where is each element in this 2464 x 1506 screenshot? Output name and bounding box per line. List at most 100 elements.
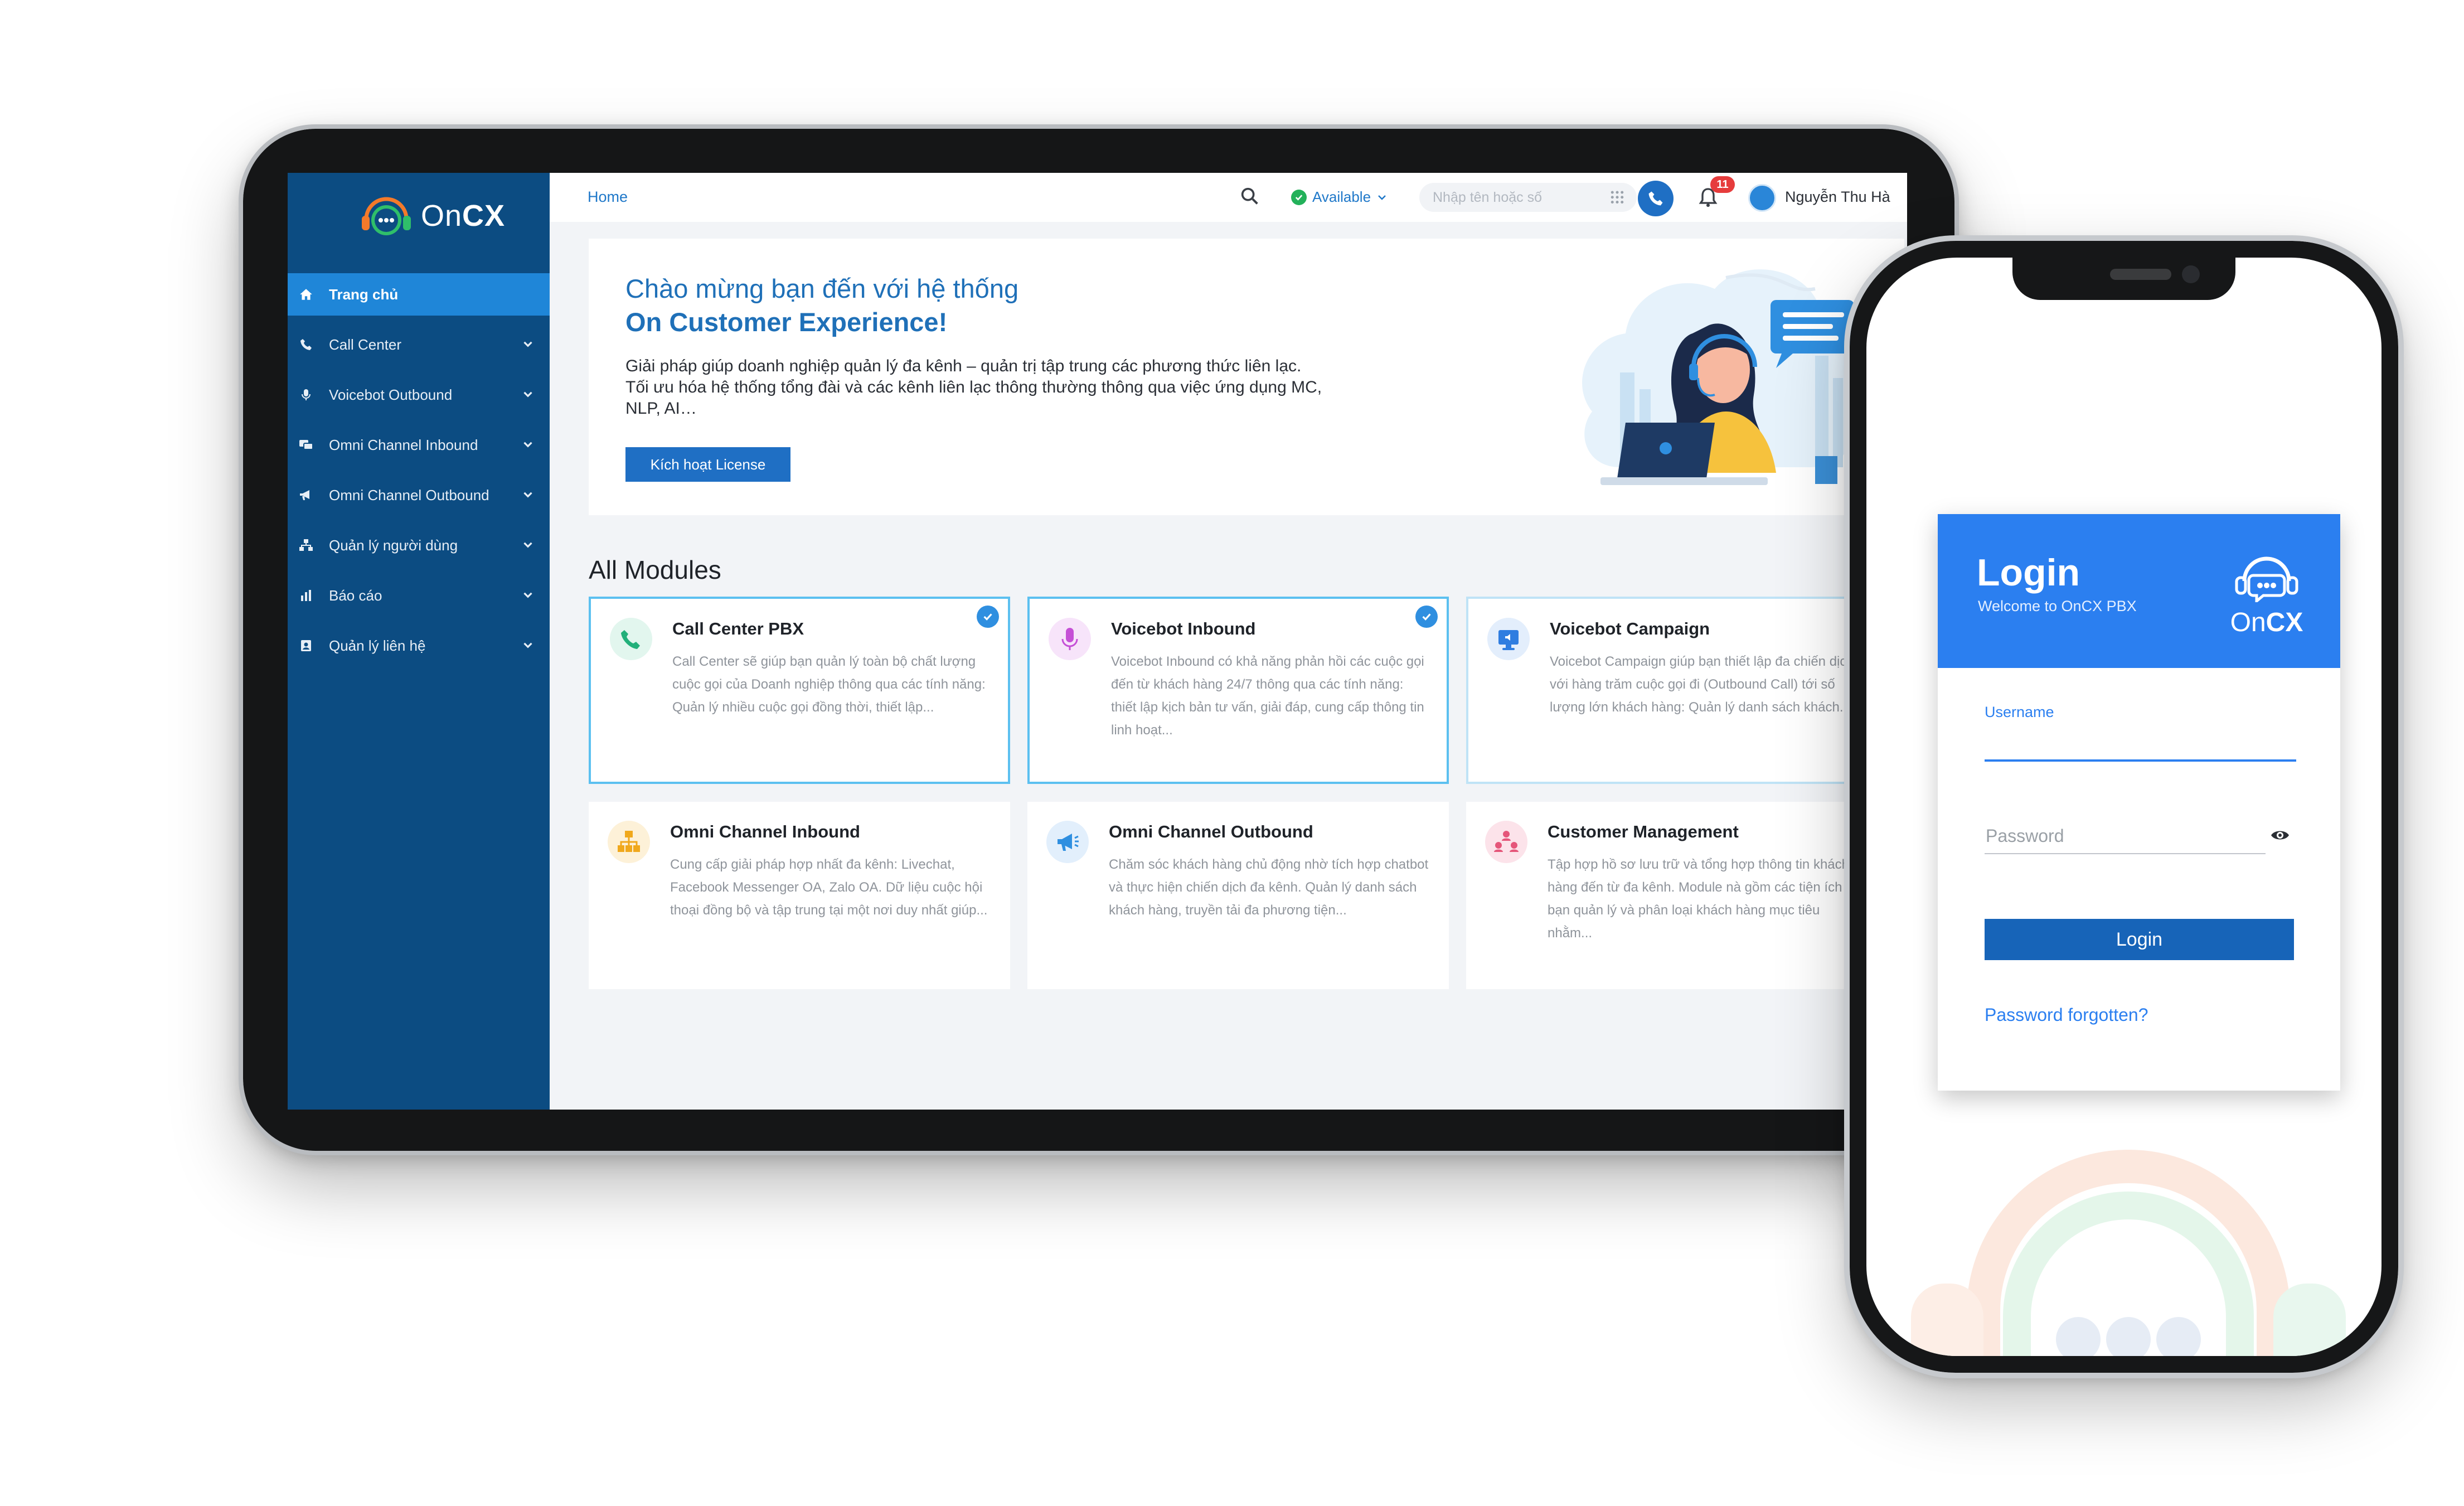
module-description: Voicebot Inbound có khả năng phản hồi cá… xyxy=(1111,654,1424,738)
support-agent-illustration xyxy=(1582,269,1866,485)
monitor-icon xyxy=(1487,618,1530,660)
module-description: Voicebot Campaign giúp bạn thiết lập đa … xyxy=(1550,654,1854,715)
logo-wordmark-b: CX xyxy=(462,199,506,233)
sidebar-item-omni-inbound[interactable]: Omni Channel Inbound xyxy=(288,424,550,466)
login-title: Login xyxy=(1977,551,2080,594)
sidebar-nav: Trang chủ Call Center Voicebot Outbound xyxy=(288,273,550,675)
phone-notch xyxy=(2012,258,2235,300)
username-label: Username xyxy=(1985,704,2054,720)
sidebar-item-label: Quản lý người dùng xyxy=(329,536,458,554)
sidebar-item-voicebot-outbound[interactable]: Voicebot Outbound xyxy=(288,374,550,416)
modules-title: All Modules xyxy=(589,555,721,584)
sidebar-item-label: Call Center xyxy=(329,336,402,353)
oncx-logo[interactable]: OnCX xyxy=(358,185,505,246)
sidebar-item-home[interactable]: Trang chủ xyxy=(288,273,550,316)
login-logo-wordmark-b: CX xyxy=(2266,608,2303,637)
module-title: Omni Channel Outbound xyxy=(1109,822,1313,841)
headset-watermark-icon xyxy=(1911,1150,2346,1356)
tablet-screen: OnCX Trang chủ Call Center Voicebot Outb… xyxy=(288,173,1907,1110)
sidebar-item-omni-outbound[interactable]: Omni Channel Outbound xyxy=(288,474,550,516)
username-input[interactable] xyxy=(1985,732,2296,762)
megaphone-icon xyxy=(1046,821,1089,863)
notification-badge: 11 xyxy=(1710,176,1735,193)
bar-chart-icon xyxy=(297,586,316,605)
headset-chat-logo-icon xyxy=(2235,556,2298,604)
chat-icon xyxy=(297,435,316,454)
module-description: Tập hợp hồ sơ lưu trữ và tổng hợp thông … xyxy=(1548,857,1861,941)
module-card-omni-outbound[interactable]: Omni Channel Outbound Chăm sóc khách hàn… xyxy=(1027,802,1449,989)
microphone-icon xyxy=(297,385,316,404)
org-chart-icon xyxy=(297,536,316,555)
sidebar-item-label: Báo cáo xyxy=(329,587,382,604)
login-logo-wordmark-a: On xyxy=(2230,608,2266,637)
sidebar-item-label: Trang chủ xyxy=(329,285,399,303)
module-card-omni-inbound[interactable]: Omni Channel Inbound Cung cấp giải pháp … xyxy=(589,802,1010,989)
breadcrumb-home[interactable]: Home xyxy=(588,188,628,206)
activate-license-button[interactable]: Kích hoạt License xyxy=(625,447,790,482)
password-forgotten-link[interactable]: Password forgotten? xyxy=(1985,1005,2148,1025)
chevron-down-icon xyxy=(523,391,532,398)
module-title: Omni Channel Inbound xyxy=(670,822,860,841)
chevron-down-icon xyxy=(523,592,532,598)
eye-icon[interactable] xyxy=(2270,827,2290,843)
logo-wordmark-a: On xyxy=(421,199,463,233)
phone-screen: Login Welcome to OnCX PBX OnCX Username xyxy=(1866,258,2381,1356)
phone-camera xyxy=(2182,265,2200,283)
module-card-voicebot-inbound[interactable]: Voicebot Inbound Voicebot Inbound có khả… xyxy=(1027,597,1449,784)
megaphone-icon xyxy=(297,486,316,505)
sidebar: OnCX Trang chủ Call Center Voicebot Outb… xyxy=(288,173,550,1110)
phone-icon xyxy=(1648,191,1663,206)
chevron-down-icon xyxy=(1378,195,1386,200)
dialpad-icon[interactable] xyxy=(1609,190,1626,206)
search-icon[interactable] xyxy=(1239,185,1261,207)
module-card-voicebot-campaign[interactable]: Voicebot Campaign Voicebot Campaign giúp… xyxy=(1466,597,1888,784)
phone-device: Login Welcome to OnCX PBX OnCX Username xyxy=(1844,235,2404,1378)
selected-check-icon xyxy=(977,606,999,628)
module-card-call-center-pbx[interactable]: Call Center PBX Call Center sẽ giúp bạn … xyxy=(589,597,1010,784)
welcome-title-line2: On Customer Experience! xyxy=(625,307,948,337)
password-input[interactable] xyxy=(1985,819,2266,854)
logo-wordmark: OnCX xyxy=(421,198,505,233)
welcome-description: Giải pháp giúp doanh nghiệp quản lý đa k… xyxy=(625,357,1322,418)
headset-chat-logo-icon xyxy=(362,197,411,235)
status-selector[interactable]: Available xyxy=(1291,188,1389,206)
phone-call-icon xyxy=(610,618,652,660)
sidebar-item-call-center[interactable]: Call Center xyxy=(288,323,550,366)
sidebar-item-contacts[interactable]: Quản lý liên hệ xyxy=(288,624,550,667)
module-description: Cung cấp giải pháp hợp nhất đa kênh: Liv… xyxy=(670,857,988,918)
sidebar-item-user-management[interactable]: Quản lý người dùng xyxy=(288,524,550,566)
welcome-banner: Chào mừng bạn đến với hệ thống On Custom… xyxy=(589,239,1904,515)
dial-number-input[interactable]: Nhập tên hoặc số xyxy=(1419,183,1637,212)
module-description: Call Center sẽ giúp bạn quản lý toàn bộ … xyxy=(672,654,986,715)
module-title: Voicebot Inbound xyxy=(1111,619,1256,638)
module-title: Call Center PBX xyxy=(672,619,804,638)
login-button[interactable]: Login xyxy=(1985,919,2294,960)
avatar[interactable] xyxy=(1748,184,1776,212)
user-name[interactable]: Nguyễn Thu Hà xyxy=(1785,188,1890,206)
welcome-title-line1: Chào mừng bạn đến với hệ thống xyxy=(625,274,1019,303)
login-header: Login Welcome to OnCX PBX OnCX xyxy=(1938,514,2340,668)
status-check-icon xyxy=(1291,189,1307,205)
top-bar: Home Available Nhập tên hoặc số 11 Nguyễ… xyxy=(550,173,1907,222)
welcome-title: Chào mừng bạn đến với hệ thống On Custom… xyxy=(625,272,1018,339)
chevron-down-icon xyxy=(523,492,532,498)
microphone-icon xyxy=(1049,618,1091,660)
sidebar-item-reports[interactable]: Báo cáo xyxy=(288,574,550,617)
sidebar-item-label: Omni Channel Inbound xyxy=(329,436,478,453)
chevron-down-icon xyxy=(523,542,532,548)
tablet-device: OnCX Trang chủ Call Center Voicebot Outb… xyxy=(239,124,1959,1155)
home-icon xyxy=(297,285,316,304)
login-logo-wordmark: OnCX xyxy=(2228,607,2306,638)
oncx-logo: OnCX xyxy=(2228,546,2306,638)
sidebar-item-label: Quản lý liên hệ xyxy=(329,637,426,654)
chevron-down-icon xyxy=(523,341,532,347)
phone-speaker xyxy=(2110,269,2171,280)
network-icon xyxy=(608,821,650,863)
selected-check-icon xyxy=(1415,606,1438,628)
module-card-customer-management[interactable]: Customer Management Tập hợp hồ sơ lưu tr… xyxy=(1466,802,1888,989)
sidebar-item-label: Voicebot Outbound xyxy=(329,386,453,403)
chevron-down-icon xyxy=(523,442,532,448)
module-title: Customer Management xyxy=(1548,822,1739,841)
people-icon xyxy=(1485,821,1527,863)
call-button[interactable] xyxy=(1638,181,1674,216)
